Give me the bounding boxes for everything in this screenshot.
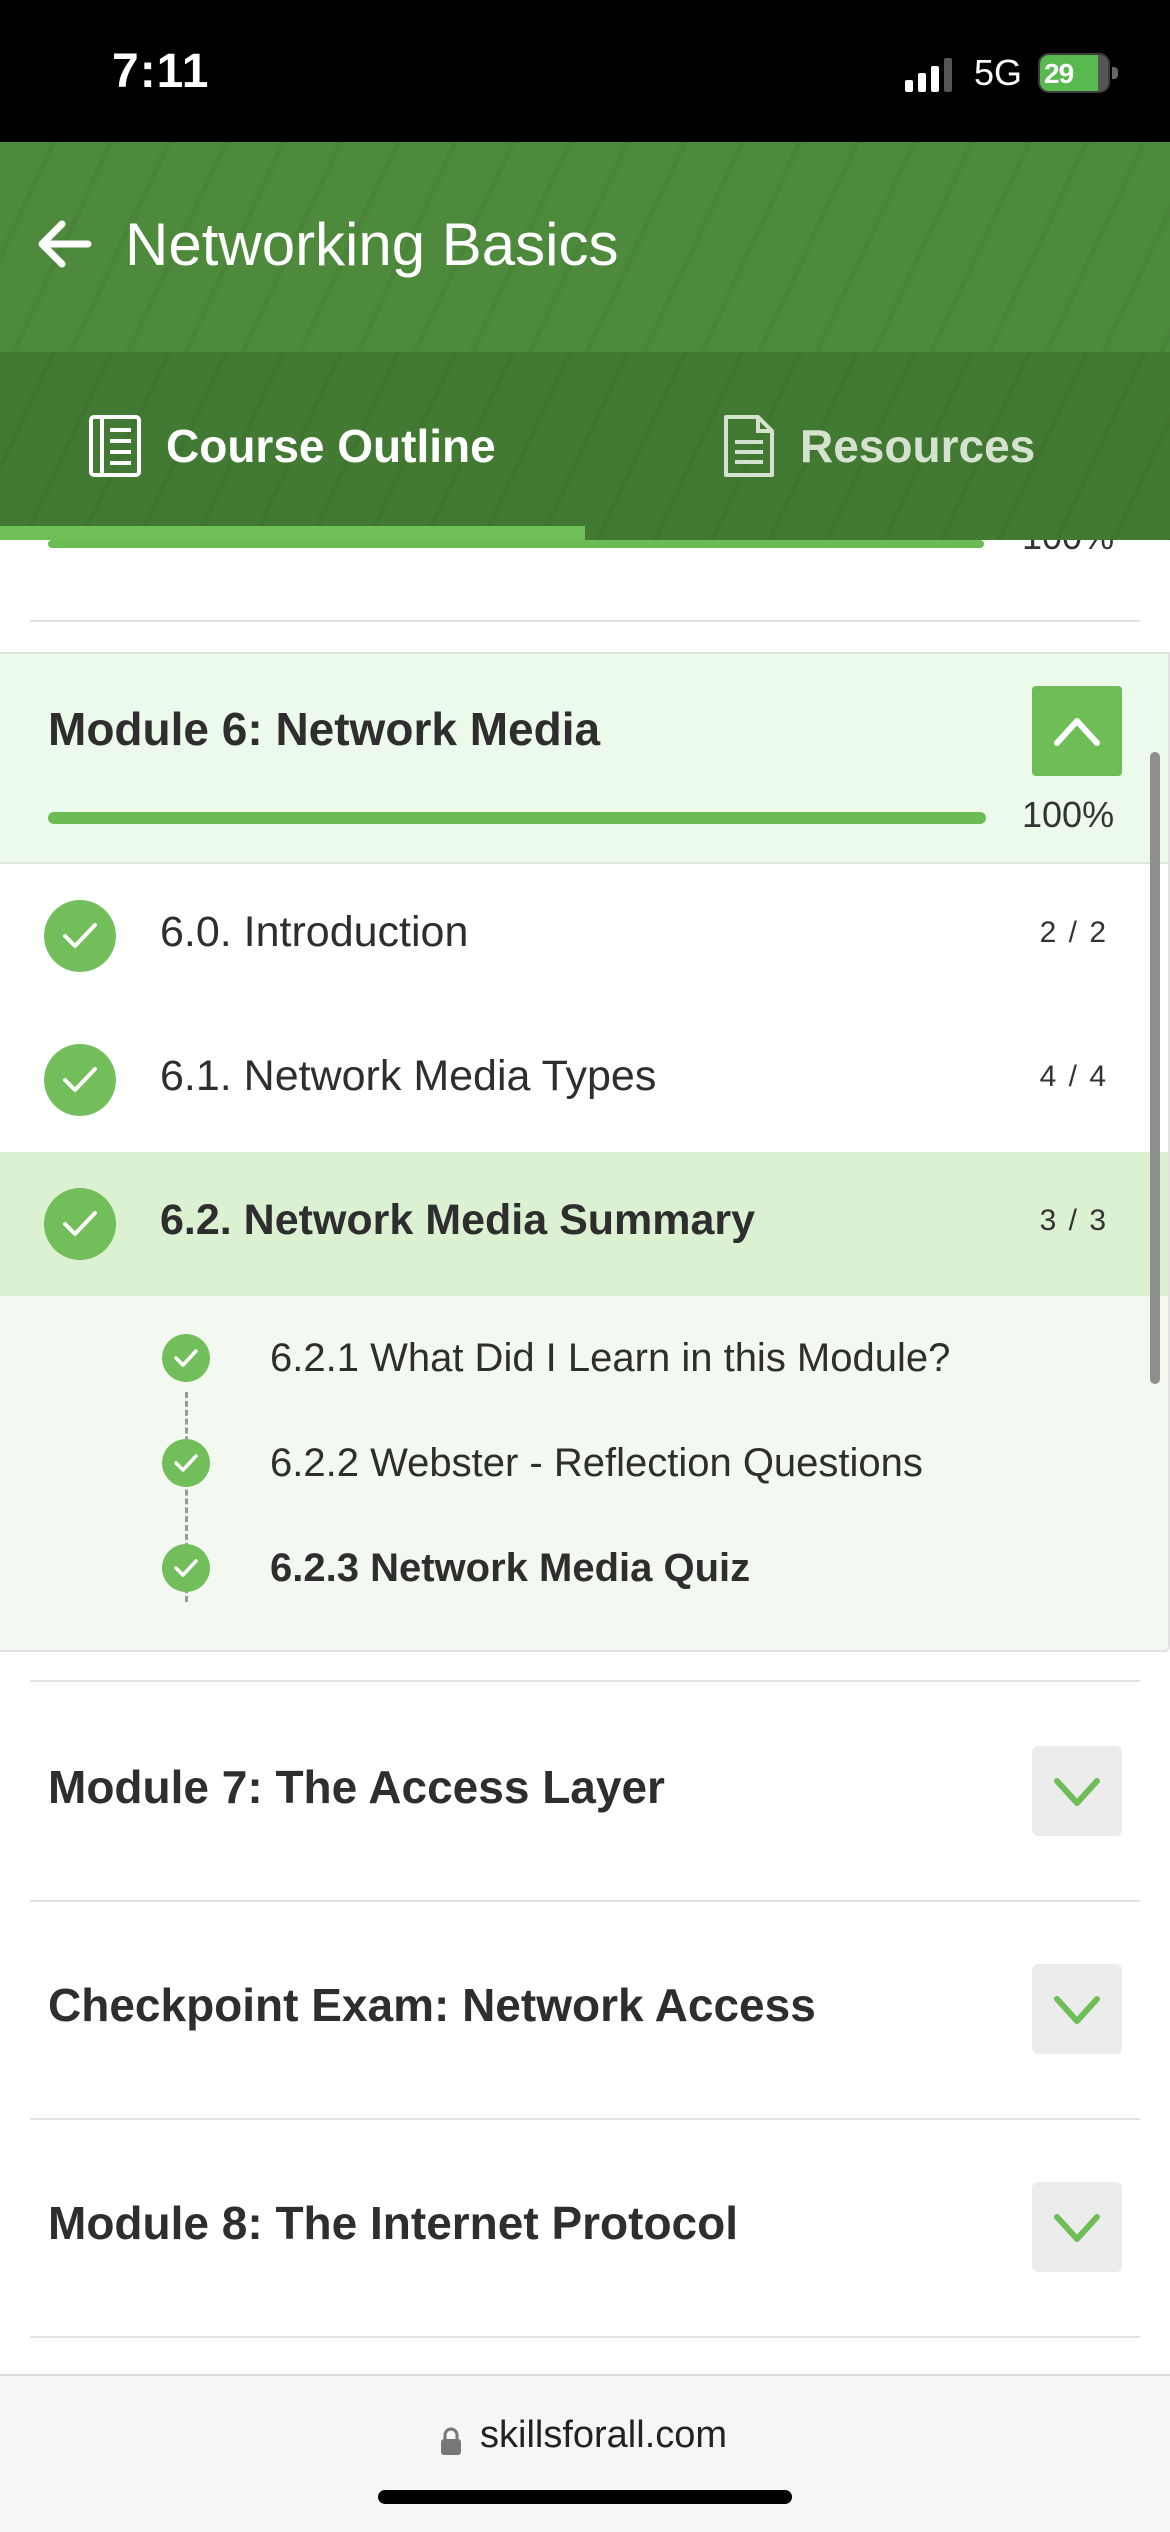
scrollbar[interactable]	[1150, 752, 1160, 1384]
status-time: 7:11	[112, 45, 210, 98]
divider	[30, 620, 1140, 622]
check-circle-icon	[44, 900, 116, 972]
section-count: 2 / 2	[1039, 916, 1108, 949]
expand-button[interactable]	[1032, 1964, 1122, 2054]
section-row[interactable]: 6.0. Introduction 2 / 2	[0, 864, 1168, 1008]
page-title: Networking Basics	[125, 211, 619, 278]
module-title: Checkpoint Exam: Network Access	[48, 1979, 816, 2031]
tab-active-indicator	[0, 526, 585, 540]
section-count: 3 / 3	[1039, 1204, 1108, 1237]
check-circle-icon	[162, 1544, 210, 1592]
chevron-up-icon	[1054, 718, 1100, 746]
sub-item-label: 6.2.1 What Did I Learn in this Module?	[270, 1336, 951, 1380]
expand-button[interactable]	[1032, 1746, 1122, 1836]
expand-button[interactable]	[1032, 2182, 1122, 2272]
document-icon	[724, 415, 774, 477]
tab-resources-label: Resources	[800, 420, 1036, 472]
section-label: 6.0. Introduction	[160, 908, 469, 956]
sub-item-current[interactable]: 6.2.3 Network Media Quiz	[0, 1516, 1168, 1620]
check-circle-icon	[44, 1044, 116, 1116]
module-title: Module 7: The Access Layer	[48, 1761, 665, 1813]
module-6-progress-bar	[48, 812, 986, 824]
section-label: 6.2. Network Media Summary	[160, 1196, 756, 1244]
sub-item[interactable]: 6.2.2 Webster - Reflection Questions	[0, 1411, 1168, 1515]
divider	[30, 2336, 1140, 2338]
check-circle-icon	[44, 1188, 116, 1260]
home-indicator[interactable]	[378, 2490, 792, 2504]
module-6-progress-text: 100%	[1022, 794, 1115, 835]
tab-course-outline[interactable]: Course Outline	[88, 352, 496, 540]
status-bar: 7:11 5G 29	[0, 0, 1170, 142]
module-title: Module 8: The Internet Protocol	[48, 2197, 739, 2249]
chevron-down-icon	[1054, 2214, 1100, 2242]
section-row-active[interactable]: 6.2. Network Media Summary 3 / 3	[0, 1152, 1168, 1296]
tab-course-outline-label: Course Outline	[166, 420, 496, 472]
sub-item[interactable]: 6.2.1 What Did I Learn in this Module?	[0, 1306, 1168, 1410]
check-circle-icon	[162, 1439, 210, 1487]
module-title: Module 6: Network Media	[48, 703, 601, 755]
browser-address-bar[interactable]: skillsforall.com	[0, 2374, 1170, 2532]
module-row[interactable]: Module 7: The Access Layer	[0, 1682, 1170, 1900]
url-text: skillsforall.com	[480, 2414, 728, 2456]
check-circle-icon	[162, 1334, 210, 1382]
section-row[interactable]: 6.1. Network Media Types 4 / 4	[0, 1008, 1168, 1152]
previous-module-progress-text: 100%	[1022, 540, 1114, 558]
battery-icon: 29	[1038, 53, 1118, 93]
tab-resources[interactable]: Resources	[722, 352, 1035, 540]
previous-module-progress-bar	[48, 540, 984, 548]
section-label: 6.1. Network Media Types	[160, 1052, 657, 1100]
chevron-down-icon	[1054, 1778, 1100, 1806]
back-arrow-icon[interactable]	[36, 218, 92, 270]
app-header: Networking Basics	[0, 142, 1170, 352]
lock-icon	[441, 2427, 461, 2455]
section-count: 4 / 4	[1039, 1060, 1108, 1093]
network-type: 5G	[974, 52, 1023, 93]
chevron-down-icon	[1054, 1996, 1100, 2024]
module-row[interactable]: Module 8: The Internet Protocol	[0, 2118, 1170, 2336]
sub-item-label: 6.2.3 Network Media Quiz	[270, 1546, 751, 1590]
course-outline-list[interactable]: 100% Module 6: Network Media 100% 6.0. I…	[0, 540, 1170, 2374]
battery-level: 29	[1044, 58, 1074, 89]
tab-bar: Course Outline Resources	[0, 352, 1170, 540]
module-6-header[interactable]: Module 6: Network Media 100%	[0, 654, 1168, 864]
cellular-signal-icon	[905, 58, 952, 92]
module-row[interactable]: Checkpoint Exam: Network Access	[0, 1900, 1170, 2118]
module-6-card: Module 6: Network Media 100% 6.0. Introd…	[0, 652, 1170, 1652]
book-icon	[89, 415, 141, 477]
sub-item-label: 6.2.2 Webster - Reflection Questions	[270, 1441, 923, 1485]
collapse-button[interactable]	[1032, 686, 1122, 776]
